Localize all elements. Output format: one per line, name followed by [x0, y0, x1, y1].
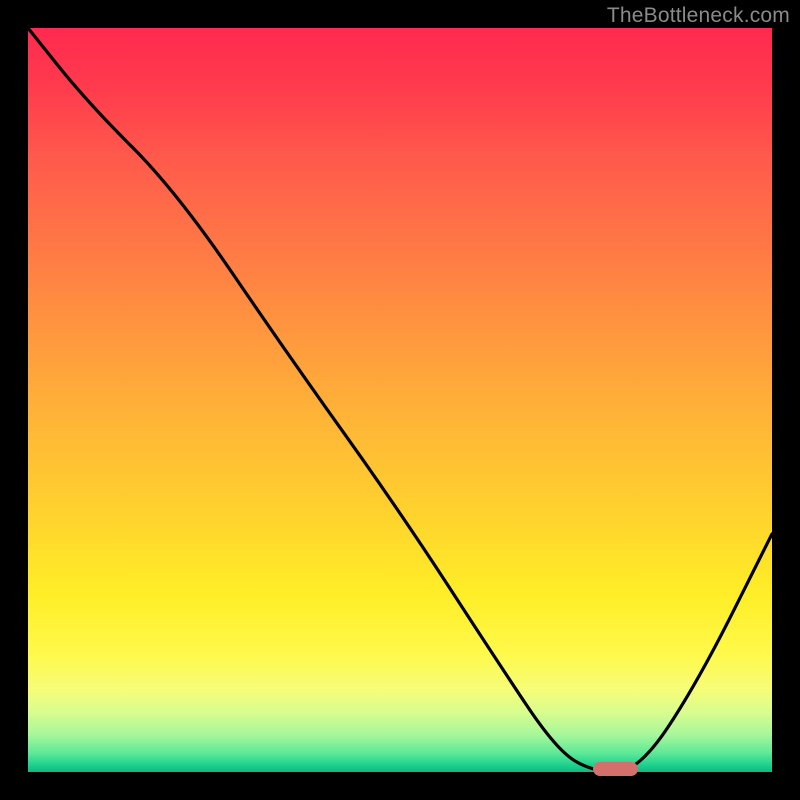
plot-area: [28, 28, 772, 772]
watermark-text: TheBottleneck.com: [607, 4, 790, 28]
minimum-marker: [593, 762, 638, 776]
chart-container: TheBottleneck.com: [0, 0, 800, 800]
bottleneck-curve: [28, 28, 772, 772]
curve-path: [28, 28, 772, 772]
